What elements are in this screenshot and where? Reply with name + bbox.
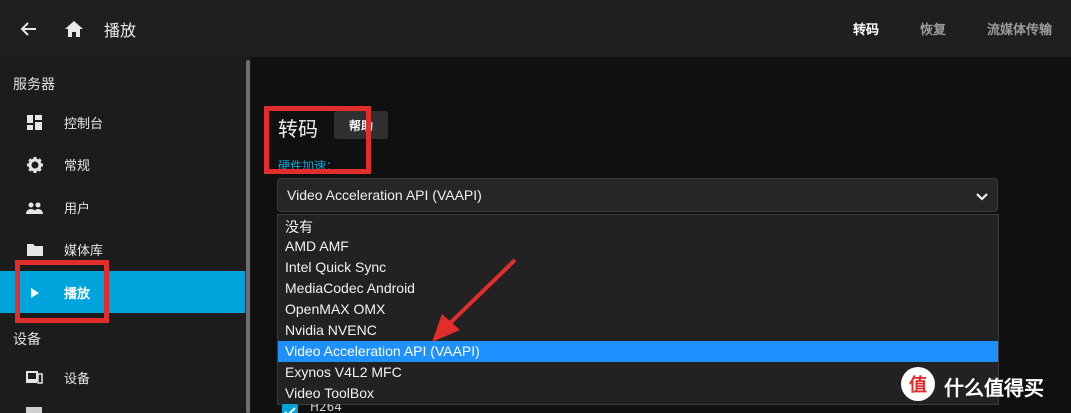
sidebar-item-label: 常规 xyxy=(64,159,91,174)
sidebar-section-devices: 设备 xyxy=(13,332,41,348)
h264-checkbox-row[interactable]: H264 xyxy=(278,404,578,413)
watermark-logo: 值 xyxy=(900,366,936,402)
sidebar-item-general[interactable]: 常规 xyxy=(0,143,245,185)
tab-restore[interactable]: 恢复 xyxy=(920,19,946,38)
sidebar-next-item-icon xyxy=(26,407,42,413)
h264-checkbox[interactable] xyxy=(282,404,298,413)
sidebar-item-label: 控制台 xyxy=(64,117,104,132)
tab-transcode[interactable]: 转码 xyxy=(853,19,879,38)
users-icon xyxy=(26,199,43,216)
sidebar-item-label: 用户 xyxy=(64,202,91,217)
hardware-acceleration-options: 没有 AMD AMF Intel Quick Sync MediaCodec A… xyxy=(277,214,999,405)
sidebar-item-users[interactable]: 用户 xyxy=(0,186,245,228)
option-amd-amf[interactable]: AMD AMF xyxy=(278,236,998,257)
sidebar-item-dashboard[interactable]: 控制台 xyxy=(0,101,245,143)
option-mediacodec-android[interactable]: MediaCodec Android xyxy=(278,278,998,299)
tab-streaming[interactable]: 流媒体传输 xyxy=(987,19,1052,38)
option-none[interactable]: 没有 xyxy=(278,215,998,236)
option-video-toolbox[interactable]: Video ToolBox xyxy=(278,383,998,404)
annotation-box-playback xyxy=(15,260,109,323)
folder-icon xyxy=(26,241,43,258)
back-arrow-icon[interactable] xyxy=(16,16,42,42)
home-icon[interactable] xyxy=(61,16,87,42)
chevron-down-icon xyxy=(975,188,989,202)
option-exynos-v4l2-mfc[interactable]: Exynos V4L2 MFC xyxy=(278,362,998,383)
option-openmax-omx[interactable]: OpenMAX OMX xyxy=(278,299,998,320)
sidebar-item-label: 设备 xyxy=(64,372,91,387)
gear-icon xyxy=(26,156,43,173)
watermark-text: 什么值得买 xyxy=(944,376,1044,400)
sidebar-section-server: 服务器 xyxy=(13,77,55,93)
devices-icon xyxy=(26,369,43,386)
hardware-acceleration-select[interactable]: Video Acceleration API (VAAPI) xyxy=(277,178,998,212)
sidebar-item-label: 媒体库 xyxy=(64,244,104,259)
watermark-logo-glyph: 值 xyxy=(909,374,927,396)
annotation-arrow-icon xyxy=(432,258,517,342)
select-current-value: Video Acceleration API (VAAPI) xyxy=(287,187,482,203)
h264-checkbox-label: H264 xyxy=(310,404,342,413)
sidebar-scrollbar-thumb[interactable] xyxy=(246,60,250,413)
option-nvidia-nvenc[interactable]: Nvidia NVENC xyxy=(278,320,998,341)
check-icon xyxy=(284,407,296,413)
page-title: 播放 xyxy=(104,21,137,40)
dashboard-icon xyxy=(26,114,43,131)
annotation-box-title xyxy=(264,106,371,174)
option-intel-quick-sync[interactable]: Intel Quick Sync xyxy=(278,257,998,278)
top-header: 播放 转码 恢复 流媒体传输 xyxy=(0,0,1071,57)
option-vaapi[interactable]: Video Acceleration API (VAAPI) xyxy=(278,341,998,362)
sidebar-item-devices[interactable]: 设备 xyxy=(0,356,245,398)
